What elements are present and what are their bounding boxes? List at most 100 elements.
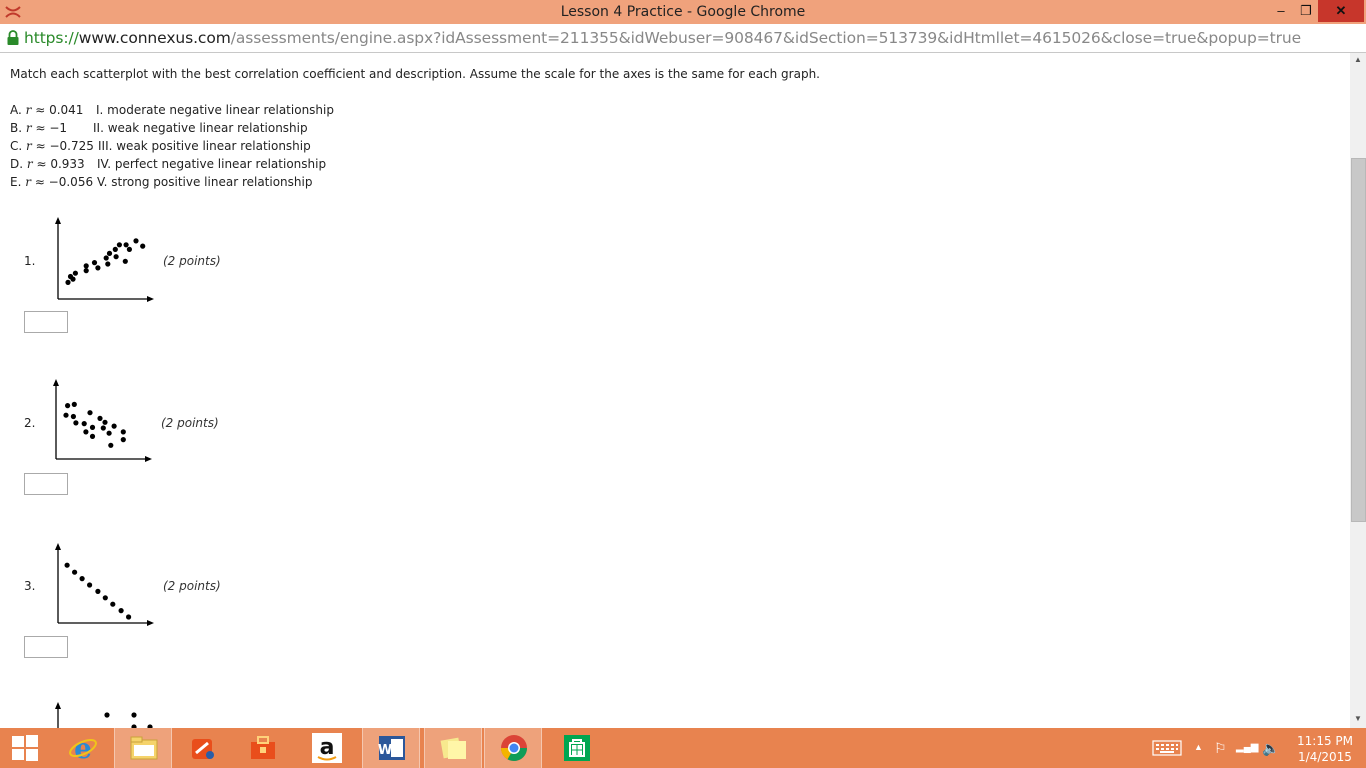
- svg-text:W: W: [378, 743, 392, 758]
- scatter-point: [89, 424, 96, 430]
- scatter-point: [118, 608, 124, 614]
- scatter-point: [71, 401, 77, 407]
- network-signal-icon[interactable]: ▂▄▆: [1236, 742, 1258, 753]
- address-bar[interactable]: https://www.connexus.com/assessments/eng…: [0, 24, 1366, 53]
- windows-logo-icon: [12, 735, 38, 761]
- action-center-flag-icon[interactable]: ⚐: [1214, 740, 1227, 757]
- start-button[interactable]: [0, 728, 50, 768]
- scatter-point: [106, 430, 112, 436]
- tray-overflow-icon[interactable]: ▲: [1194, 742, 1203, 752]
- coefficient-option-e: E. r ≈ −0.056: [10, 175, 94, 189]
- scatter-point: [87, 410, 93, 416]
- restore-button[interactable]: ❐: [1294, 0, 1318, 22]
- volume-icon[interactable]: 🔈: [1262, 740, 1279, 757]
- scatter-point: [83, 268, 89, 274]
- close-button[interactable]: ✕: [1318, 0, 1364, 22]
- page-content: Match each scatterplot with the best cor…: [0, 53, 1350, 728]
- tools-app-icon: [192, 739, 214, 759]
- window-title: Lesson 4 Practice - Google Chrome: [560, 4, 806, 20]
- svg-text:a: a: [320, 735, 335, 760]
- scatter-point: [64, 562, 70, 568]
- question-2-number: 2.: [24, 416, 36, 430]
- system-clock[interactable]: 11:15 PM 1/4/2015: [1292, 733, 1358, 765]
- scatter-point: [108, 442, 114, 448]
- clock-time: 11:15 PM: [1297, 734, 1353, 748]
- url-scheme: https://: [24, 29, 79, 47]
- lock-icon: [7, 30, 19, 45]
- clock-date: 1/4/2015: [1298, 750, 1352, 764]
- scatter-point: [95, 265, 101, 271]
- question-1-number: 1.: [24, 254, 36, 268]
- scatter-point: [73, 420, 79, 426]
- url-path: /assessments/engine.aspx?idAssessment=21…: [230, 29, 1301, 47]
- amazon-icon: a: [312, 733, 342, 763]
- taskbar-chrome[interactable]: [484, 728, 542, 768]
- scatter-point: [140, 243, 146, 249]
- scatter-point: [97, 415, 103, 421]
- scroll-up-icon[interactable]: ▲: [1350, 53, 1366, 67]
- taskbar-sticky-notes[interactable]: [424, 728, 482, 768]
- x-axis-arrow: [145, 456, 152, 462]
- x-axis-arrow: [147, 296, 154, 302]
- svg-text:e: e: [74, 733, 92, 763]
- scatter-point: [103, 255, 109, 261]
- description-option-2: II. weak negative linear relationship: [93, 121, 308, 135]
- minimize-button[interactable]: –: [1268, 0, 1294, 22]
- question-2-points: (2 points): [161, 416, 219, 430]
- question-2-answer-input[interactable]: [24, 473, 68, 495]
- scroll-down-icon[interactable]: ▼: [1350, 712, 1366, 726]
- taskbar-word[interactable]: W: [362, 728, 420, 768]
- scatter-point: [100, 425, 106, 431]
- x-axis-arrow: [147, 620, 154, 626]
- scatter-point: [131, 712, 137, 718]
- scrollbar-thumb[interactable]: [1351, 158, 1366, 522]
- scatter-point: [110, 601, 116, 607]
- scatter-point: [112, 246, 118, 252]
- y-axis-arrow: [55, 217, 61, 224]
- url-text[interactable]: https://www.connexus.com/assessments/eng…: [24, 29, 1301, 47]
- window-titlebar: Lesson 4 Practice - Google Chrome – ❐ ✕: [0, 0, 1366, 24]
- instructions-text: Match each scatterplot with the best cor…: [10, 67, 820, 81]
- scatter-point: [87, 582, 93, 588]
- scatter-point: [72, 270, 78, 276]
- scatter-point: [102, 595, 108, 601]
- scatter-point: [120, 429, 126, 435]
- toolbox-app-icon: [251, 736, 275, 759]
- scatter-point: [126, 614, 132, 620]
- scatter-point: [102, 419, 108, 425]
- scatter-point: [70, 276, 76, 282]
- scatter-point: [120, 437, 126, 443]
- scatter-point: [91, 260, 98, 266]
- taskbar-app-3[interactable]: [174, 728, 232, 768]
- scatter-point: [65, 403, 71, 409]
- taskbar: e a W ▲ ⚐ ▂▄▆ 🔈 11:15 PM 1/4/2015: [0, 728, 1366, 768]
- keyboard-icon[interactable]: [1152, 740, 1182, 756]
- scatter-point: [105, 261, 111, 267]
- taskbar-file-explorer[interactable]: [114, 728, 172, 768]
- question-3-answer-input[interactable]: [24, 636, 68, 658]
- coefficient-option-c: C. r ≈ −0.725: [10, 139, 94, 153]
- question-1-answer-input[interactable]: [24, 311, 68, 333]
- taskbar-store[interactable]: [548, 728, 606, 768]
- y-axis-arrow: [53, 379, 59, 386]
- vertical-scrollbar[interactable]: ▲ ▼: [1350, 53, 1366, 728]
- description-option-3: III. weak positive linear relationship: [98, 139, 311, 153]
- scatterplot-1: [55, 217, 154, 302]
- scatter-point: [65, 279, 71, 285]
- store-icon: [564, 735, 590, 761]
- taskbar-app-4[interactable]: [234, 728, 292, 768]
- scatter-point: [79, 576, 85, 582]
- taskbar-internet-explorer[interactable]: e: [54, 728, 112, 768]
- folder-icon: [130, 736, 158, 760]
- url-host: www.connexus.com: [78, 29, 231, 47]
- taskbar-amazon[interactable]: a: [298, 728, 356, 768]
- scatter-point: [126, 246, 132, 252]
- scatter-point: [116, 242, 122, 248]
- coefficient-option-d: D. r ≈ 0.933: [10, 157, 85, 171]
- coefficient-option-a: A. r ≈ 0.041: [10, 103, 84, 117]
- scatter-point: [83, 263, 89, 269]
- y-axis-arrow: [55, 543, 61, 550]
- question-1-points: (2 points): [163, 254, 221, 268]
- internet-explorer-icon: e: [69, 733, 97, 763]
- scatter-point: [106, 250, 113, 256]
